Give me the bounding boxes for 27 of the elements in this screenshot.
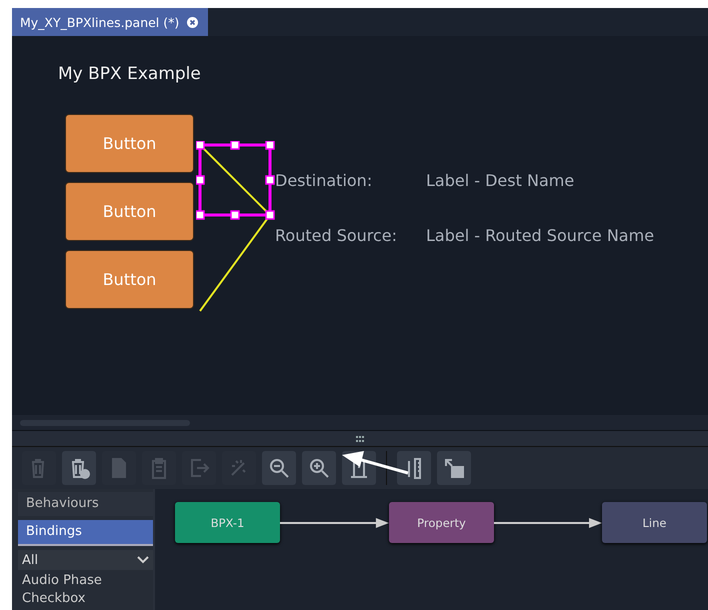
zoom-out-button[interactable] [262,451,296,485]
zoom-in-icon [308,457,330,479]
sidebar-tab[interactable]: Bindings [18,520,153,546]
grip-icon[interactable] [355,436,365,442]
field-value: Label - Dest Name [426,171,574,190]
ruler-button[interactable] [397,451,431,485]
filter-dropdown[interactable]: All [18,550,153,570]
trash-clear-button[interactable] [62,451,96,485]
panel-title: My BPX Example [58,64,201,84]
graph-node[interactable]: Line [602,502,707,543]
sidebar-tab[interactable]: Behaviours [18,492,153,516]
pointer-arrow-drawing [340,451,410,477]
close-icon[interactable] [187,16,198,28]
chevron-down-icon [137,556,149,564]
field-label: Destination: [275,171,372,190]
list-item[interactable]: Audio Phase [22,574,153,588]
graph-node[interactable]: BPX-1 [175,502,280,543]
tab[interactable]: My_XY_BPXlines.panel (*) [12,8,208,36]
window-button[interactable] [437,451,471,485]
list-item[interactable]: Checkbox [22,592,153,606]
zoom-out-icon [268,457,290,479]
field-value: Label - Routed Source Name [426,226,654,245]
window-icon [443,457,465,479]
field-label: Routed Source: [275,226,398,245]
zoom-in-button[interactable] [302,451,336,485]
graph-node[interactable]: Property [389,502,494,543]
export-icon [188,457,210,479]
